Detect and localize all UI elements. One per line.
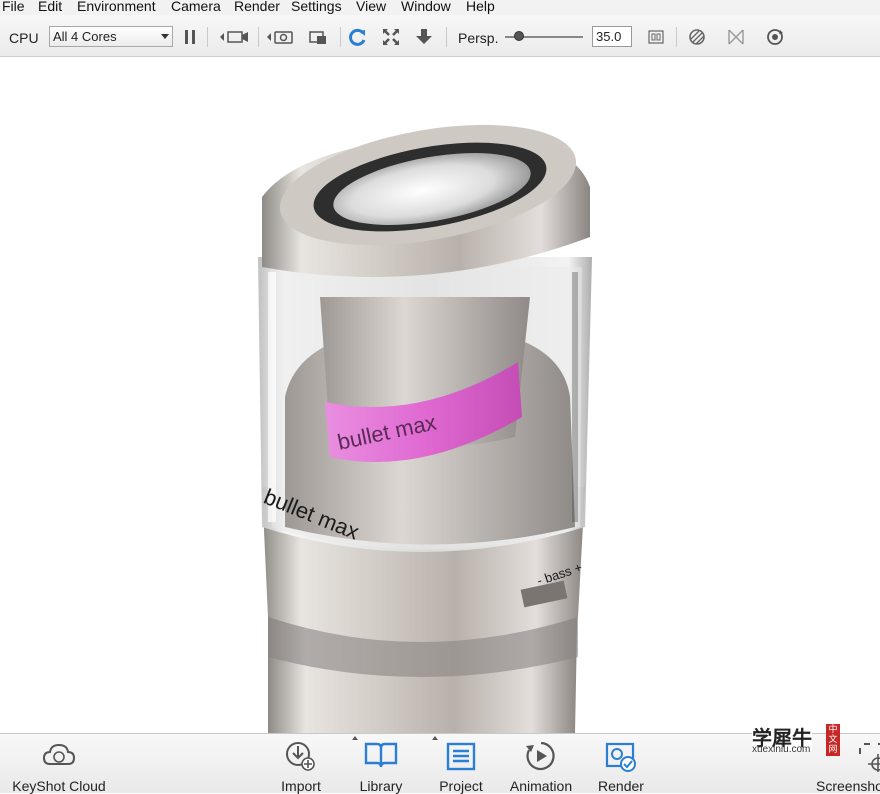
library-button[interactable]: Library [350,734,412,794]
pause-icon[interactable] [183,28,197,46]
import-icon [286,742,315,771]
menu-view[interactable]: View [356,0,386,14]
keyshot-cloud-button[interactable]: KeyShot Cloud [8,734,110,794]
cores-select[interactable]: All 4 Cores [49,26,173,47]
menu-edit[interactable]: Edit [38,0,62,14]
dock-label: KeyShot Cloud [12,778,106,794]
render-icon [605,742,636,772]
render-viewport[interactable]: bullet max bullet max - bass + [0,57,880,733]
region-icon[interactable] [647,28,665,46]
menu-environment[interactable]: Environment [77,0,156,14]
dock-label: Library [359,778,403,794]
speaker-render: bullet max bullet max - bass + [258,124,592,733]
bottom-dock: KeyShot Cloud Import Library Project Ani… [0,733,880,794]
chevron-down-icon [161,34,169,39]
dock-label: Project [439,778,483,794]
refresh-icon[interactable] [348,27,368,47]
menu-bar: File Edit Environment Camera Render Sett… [0,0,880,15]
tumble-icon[interactable] [765,27,785,47]
toolbar-divider [207,27,208,47]
play-icon [526,741,555,771]
watermark-site: xuexiniu.com [752,744,811,755]
menu-camera[interactable]: Camera [171,0,221,14]
animation-button[interactable]: Animation [504,734,578,794]
project-icon [446,742,476,771]
cores-value: All 4 Cores [53,29,117,44]
toolbar-divider [340,27,341,47]
watermark-seal: 中文网 [826,724,840,756]
menu-render[interactable]: Render [234,0,280,14]
menu-file[interactable]: File [2,0,25,14]
cloud-icon [42,743,76,765]
screenshot-icon[interactable] [265,27,297,47]
book-icon [364,742,398,768]
screenshot-crosshair-icon [859,743,880,772]
cpu-label: CPU [9,30,39,46]
menu-settings[interactable]: Settings [291,0,342,14]
toolbar-divider [446,27,447,47]
toolbar-divider [676,27,677,47]
camera-add-icon[interactable] [308,27,328,47]
fov-slider-handle[interactable] [514,31,524,41]
geometry-icon[interactable] [726,27,746,47]
drop-to-floor-icon[interactable] [414,27,434,47]
render-button[interactable]: Render [590,734,652,794]
menu-help[interactable]: Help [466,0,495,14]
persp-label: Persp. [458,30,499,46]
toolbar-divider [258,27,259,47]
camera-back-icon[interactable] [218,27,250,47]
watermark-logo: 学犀牛 xuexiniu.com 中文网 [752,722,846,756]
fit-icon[interactable] [381,27,401,47]
import-button[interactable]: Import [271,734,331,794]
project-button[interactable]: Project [430,734,492,794]
menu-window[interactable]: Window [401,0,451,14]
dock-label: Render [598,778,644,794]
material-icon[interactable] [687,27,707,47]
dock-label: Animation [509,778,573,794]
toolbar: CPU All 4 Cores Persp. 35.0 [0,15,880,57]
persp-input[interactable]: 35.0 [592,26,632,47]
dock-label: Import [281,778,321,794]
dock-label: Screensho [816,778,880,794]
